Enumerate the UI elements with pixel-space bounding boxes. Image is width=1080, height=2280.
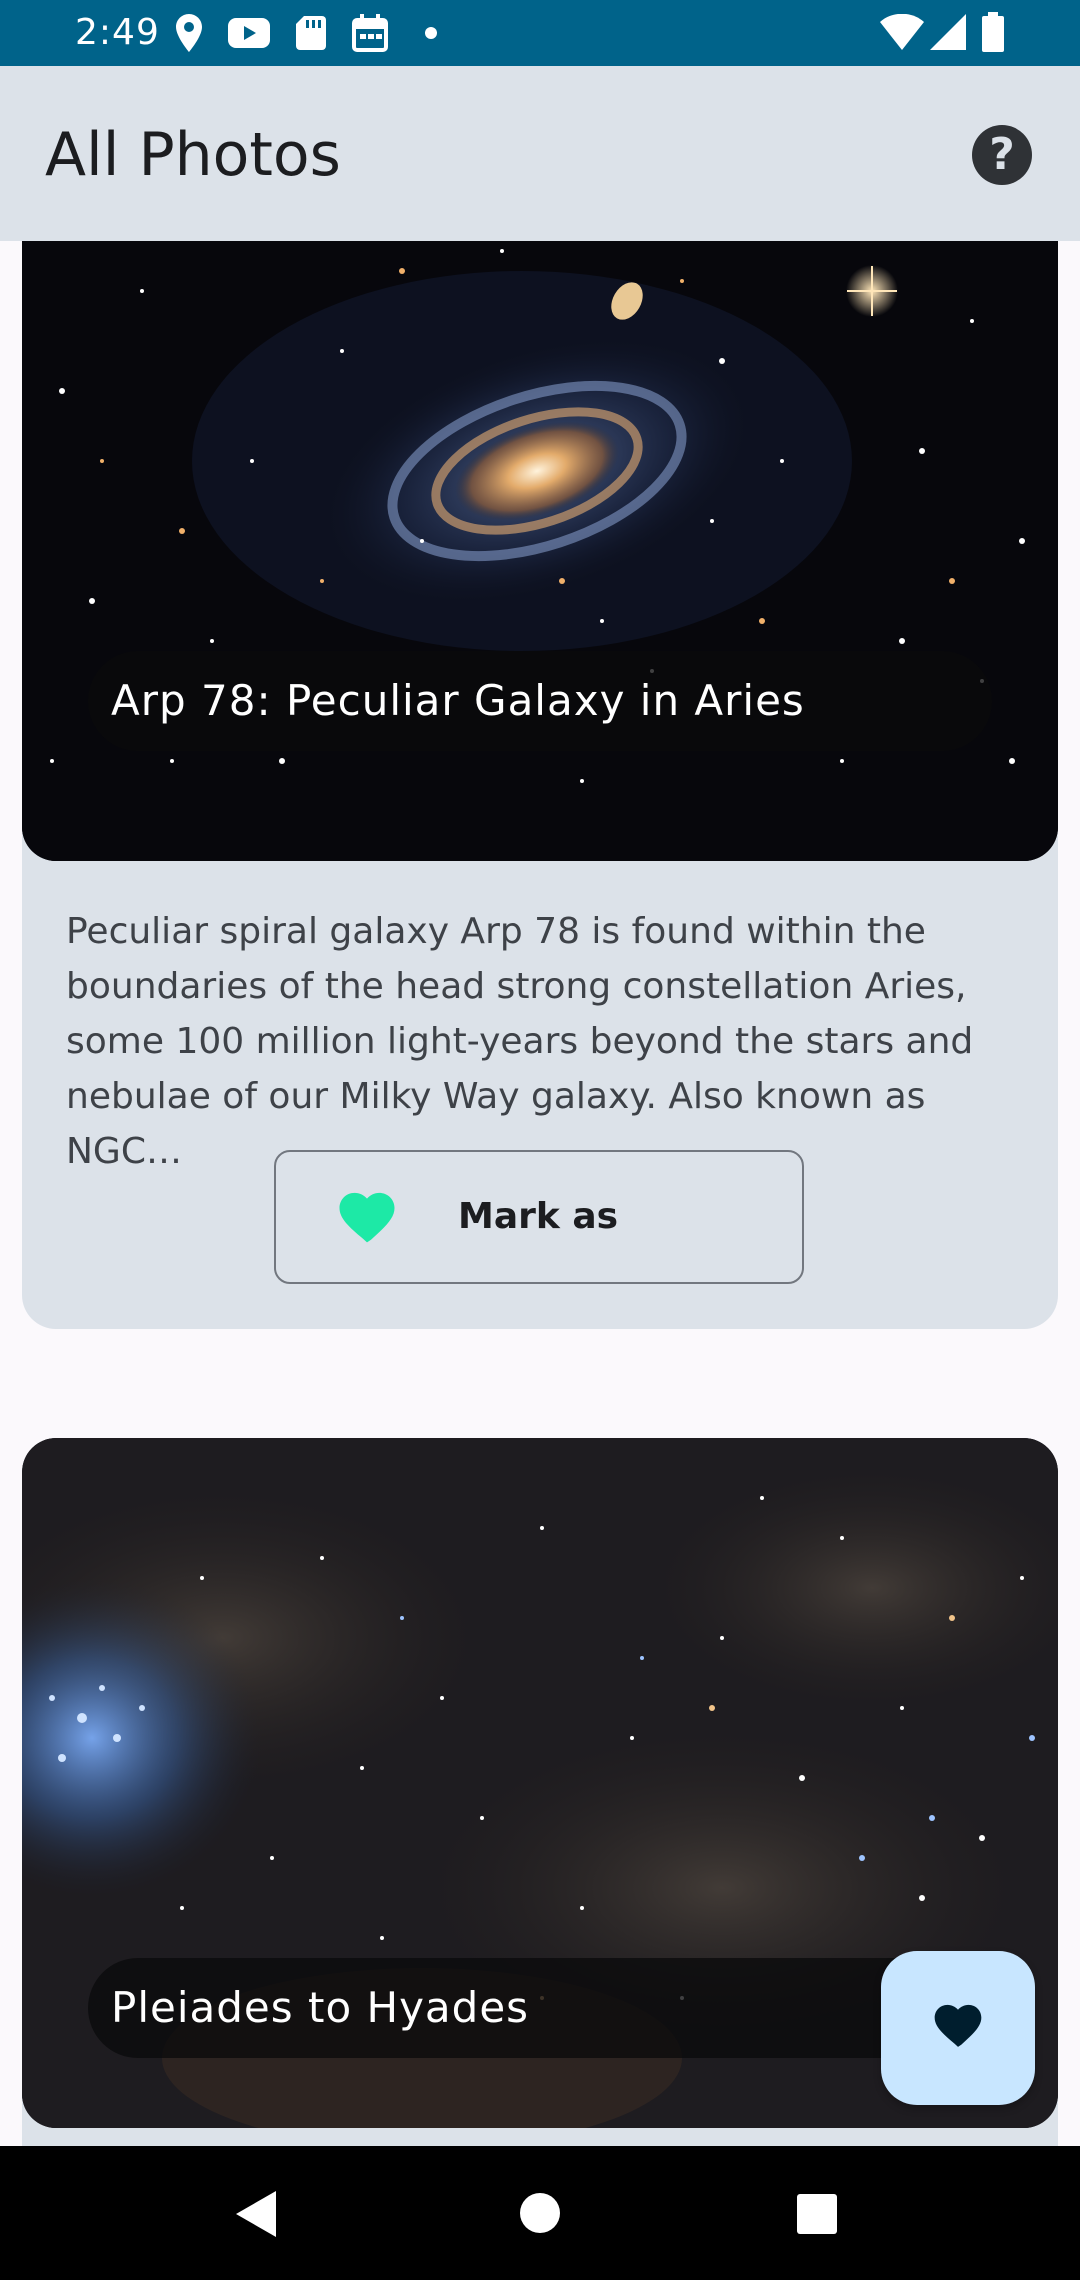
app-bar: All Photos ? xyxy=(0,66,1080,241)
mark-favourite-label: Mark as Favourite xyxy=(458,1196,650,1329)
status-time: 2:49 xyxy=(75,12,160,53)
heart-icon xyxy=(934,2004,982,2047)
favourites-fab[interactable] xyxy=(881,1951,1035,2105)
navigation-bar xyxy=(0,2146,1080,2280)
help-icon[interactable]: ? xyxy=(972,125,1032,185)
location-icon xyxy=(176,14,202,52)
wifi-icon xyxy=(880,14,924,50)
status-bar: 2:49 xyxy=(0,0,1080,66)
youtube-icon xyxy=(228,18,270,48)
photo-description: Peculiar spiral galaxy Arp 78 is found w… xyxy=(66,911,974,1172)
calendar-icon xyxy=(352,14,388,52)
back-icon[interactable] xyxy=(234,2191,282,2237)
photo-title: Pleiades to Hyades xyxy=(88,1958,992,2058)
heart-icon xyxy=(339,1192,395,1243)
battery-icon xyxy=(982,12,1004,52)
sd-card-icon xyxy=(296,16,326,50)
signal-icon xyxy=(930,14,966,50)
mark-favourite-button[interactable]: Mark as Favourite xyxy=(274,1150,804,1329)
photo-image[interactable]: Arp 78: Peculiar Galaxy in Aries xyxy=(22,241,1058,861)
recents-icon[interactable] xyxy=(797,2194,837,2234)
photo-title: Arp 78: Peculiar Galaxy in Aries xyxy=(88,651,992,751)
help-glyph: ? xyxy=(989,129,1015,180)
photo-card: Arp 78: Peculiar Galaxy in Aries Peculia… xyxy=(22,241,1058,1329)
page-title: All Photos xyxy=(45,120,341,190)
photo-list[interactable]: Arp 78: Peculiar Galaxy in Aries Peculia… xyxy=(0,241,1080,2146)
dot-icon xyxy=(425,27,437,39)
home-icon[interactable] xyxy=(519,2192,561,2234)
